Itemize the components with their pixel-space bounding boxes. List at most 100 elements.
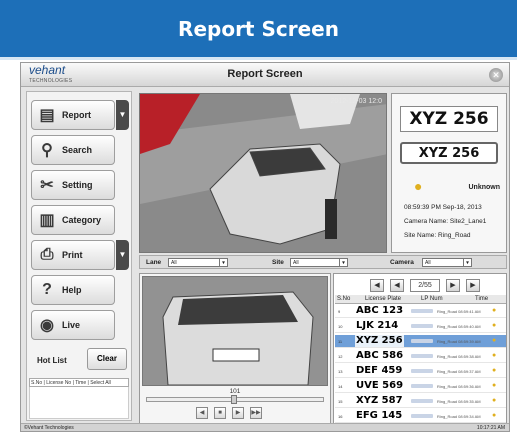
status-label: Unknown <box>468 184 501 191</box>
frame-timestamp: 2012-12-03 12:0 <box>330 98 382 105</box>
hot-list-header: S.No | License No | Time | Select All <box>29 378 129 387</box>
frame-counter: 101 <box>229 388 241 395</box>
help-button[interactable]: ? Help <box>31 275 115 305</box>
page-indicator: 2/55 <box>410 279 440 292</box>
row-number: 9 <box>338 309 341 314</box>
window-title: Report Screen <box>227 68 303 80</box>
site-name: Site Name: Ring_Road <box>404 232 471 239</box>
camera-label: Camera <box>390 259 414 266</box>
camera-select[interactable]: All ▾ <box>422 258 472 267</box>
next-page-button[interactable]: ▶ <box>446 279 460 292</box>
row-number: 13 <box>338 369 343 374</box>
row-time: Ring_Road 08:59:40 AM <box>437 324 481 329</box>
plate-crop: UVE 569 <box>355 380 405 392</box>
plate-crop: ABC 586 <box>355 350 405 362</box>
report-icon: ▤ <box>39 107 55 124</box>
prev-page-button[interactable]: ◀ <box>390 279 404 292</box>
vehicle-scene <box>140 94 386 252</box>
person-icon: ● <box>492 382 497 389</box>
filter-bar: Lane All ▾ Site All ▾ Camera All ▾ <box>139 255 507 269</box>
row-time: Ring_Road 08:59:38 AM <box>437 354 481 359</box>
row-time: Ring_Road 08:59:35 AM <box>437 399 481 404</box>
tools-icon: ✂ <box>40 177 54 194</box>
category-icon: ▥ <box>39 212 55 229</box>
results-header: S.No License Plate LP Num Time <box>335 295 506 304</box>
play-button[interactable]: ▶ <box>232 407 244 419</box>
table-row[interactable]: 13 DEF 459 Ring_Road 08:59:37 AM ● <box>335 365 506 378</box>
lp-number-value <box>411 354 433 358</box>
live-button[interactable]: ◉ Live <box>31 310 115 340</box>
plate-crop: ABC 123 <box>355 305 405 317</box>
hot-list-label: Hot List <box>37 356 67 365</box>
person-icon: ● <box>492 307 497 314</box>
table-row[interactable]: 9 ABC 123 Ring_Road 08:59:41 AM ● <box>335 305 506 318</box>
plate-crop: DEF 459 <box>355 365 404 377</box>
slider-knob[interactable] <box>231 395 237 404</box>
table-row[interactable]: 11 XYZ 256 Ring_Road 08:59:39 AM ● <box>335 335 506 348</box>
frame-slider[interactable] <box>146 395 324 404</box>
last-page-button[interactable]: ▶ <box>466 279 480 292</box>
col-license-plate: License Plate <box>365 296 402 302</box>
row-number: 10 <box>338 324 343 329</box>
person-icon: ● <box>492 322 497 329</box>
prev-frame-button[interactable]: ◀ <box>196 407 208 419</box>
status-bar: ©Vehant Technologies 10:17:21 AM <box>21 423 509 431</box>
clear-button[interactable]: Clear <box>87 348 127 370</box>
category-button[interactable]: ▥ Category <box>31 205 115 235</box>
plate-text: XYZ 256 <box>400 142 498 164</box>
lp-number-value <box>411 324 433 328</box>
report-button[interactable]: ▤ Report <box>31 100 115 130</box>
row-time: Ring_Road 08:59:37 AM <box>437 369 481 374</box>
lp-number-value <box>411 369 433 373</box>
site-label: Site <box>272 259 284 266</box>
lp-number-value <box>411 414 433 418</box>
stop-button[interactable]: ■ <box>214 407 226 419</box>
capture-datetime: 08:59:39 PM Sep-18, 2013 <box>404 204 482 211</box>
table-row[interactable]: 12 ABC 586 Ring_Road 08:59:38 AM ● <box>335 350 506 363</box>
main-vehicle-image: 2012-12-03 12:0 <box>139 93 387 253</box>
print-button[interactable]: ⎙ Print <box>31 240 115 270</box>
row-time: Ring_Road 08:59:34 AM <box>437 414 481 419</box>
site-select[interactable]: All ▾ <box>290 258 348 267</box>
plate-crop: LJK 214 <box>355 320 400 332</box>
print-dropdown-arrow[interactable]: ▼ <box>116 240 129 270</box>
row-number: 11 <box>338 339 343 344</box>
lane-select[interactable]: All ▾ <box>168 258 228 267</box>
table-row[interactable]: 16 EFG 145 Ring_Road 08:59:34 AM ● <box>335 410 506 423</box>
lp-number-value <box>411 399 433 403</box>
lp-number-value <box>411 384 433 388</box>
plate-crop: XYZ 256 <box>400 106 498 132</box>
first-page-button[interactable]: ◀ <box>370 279 384 292</box>
preview-image <box>142 276 328 386</box>
camera-icon: ◉ <box>40 317 54 334</box>
person-icon: ● <box>492 337 497 344</box>
results-panel: ◀ ◀ 2/55 ▶ ▶ S.No License Plate LP Num T… <box>333 273 507 429</box>
banner-title: Report Screen <box>178 16 339 41</box>
chevron-down-icon: ▾ <box>463 259 471 266</box>
row-number: 15 <box>338 399 343 404</box>
plate-crop: XYZ 587 <box>355 395 404 407</box>
col-sno: S.No <box>337 296 351 302</box>
title-bar: vehant TECHNOLOGIES Report Screen ✕ <box>21 63 509 87</box>
camera-name: Camera Name: Site2_Lane1 <box>404 218 487 225</box>
setting-button[interactable]: ✂ Setting <box>31 170 115 200</box>
table-row[interactable]: 15 XYZ 587 Ring_Road 08:59:35 AM ● <box>335 395 506 408</box>
person-icon: ● <box>492 412 497 419</box>
report-dropdown-arrow[interactable]: ▼ <box>116 100 129 130</box>
next-frame-button[interactable]: ▶▶ <box>250 407 262 419</box>
help-icon: ? <box>42 281 52 298</box>
search-icon: ⚲ <box>41 142 53 159</box>
table-row[interactable]: 10 LJK 214 Ring_Road 08:59:40 AM ● <box>335 320 506 333</box>
app-window: vehant TECHNOLOGIES Report Screen ✕ ▤ Repo… <box>20 62 510 432</box>
row-time: Ring_Road 08:59:36 AM <box>437 384 481 389</box>
chevron-down-icon: ▾ <box>339 259 347 266</box>
close-icon[interactable]: ✕ <box>489 68 503 82</box>
table-row[interactable]: 14 UVE 569 Ring_Road 08:59:36 AM ● <box>335 380 506 393</box>
row-number: 14 <box>338 384 343 389</box>
person-icon: ● <box>492 397 497 404</box>
hot-list[interactable] <box>29 387 129 419</box>
preview-panel: 101 ◀ ■ ▶ ▶▶ <box>139 273 331 429</box>
person-icon: ● <box>492 367 497 374</box>
col-lp-num: LP Num <box>421 296 443 302</box>
search-button[interactable]: ⚲ Search <box>31 135 115 165</box>
